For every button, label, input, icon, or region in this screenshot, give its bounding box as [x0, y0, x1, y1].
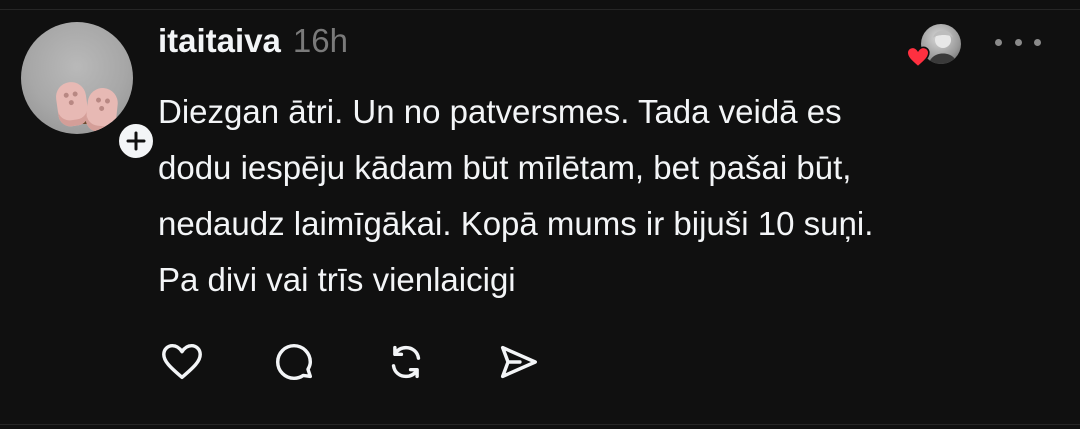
comment-bubble-icon — [275, 343, 313, 381]
more-options-button[interactable] — [995, 30, 1041, 54]
like-button[interactable] — [158, 338, 206, 386]
author-avatar-container[interactable] — [21, 22, 156, 161]
share-button[interactable] — [494, 338, 542, 386]
heart-outline-icon — [162, 343, 202, 380]
avatar[interactable] — [21, 22, 133, 134]
repost-icon — [391, 345, 421, 379]
username[interactable]: itaitaiva — [158, 22, 281, 60]
send-icon — [500, 345, 537, 379]
post-header: itaitaiva 16h — [158, 22, 348, 66]
heart-icon — [906, 46, 930, 68]
more-dots-icon — [1014, 38, 1022, 46]
avatar-photo-shoe — [84, 86, 120, 134]
top-divider — [0, 9, 1080, 10]
reply-button[interactable] — [270, 338, 318, 386]
bottom-divider — [0, 424, 1080, 425]
avatar-photo-shoe — [54, 80, 90, 128]
plus-icon — [126, 131, 146, 151]
more-dots-icon — [1034, 38, 1041, 46]
follow-button[interactable] — [116, 121, 156, 161]
thread-post: itaitaiva 16h Diezgan ātri. Un no patver… — [0, 0, 1080, 429]
repost-button[interactable] — [382, 338, 430, 386]
post-body-text: Diezgan ātri. Un no patversmes. Tada vei… — [158, 93, 874, 298]
more-dots-icon — [995, 38, 1002, 46]
timestamp[interactable]: 16h — [293, 22, 348, 60]
liked-by-indicator[interactable] — [905, 22, 965, 70]
post-actions — [158, 338, 606, 386]
